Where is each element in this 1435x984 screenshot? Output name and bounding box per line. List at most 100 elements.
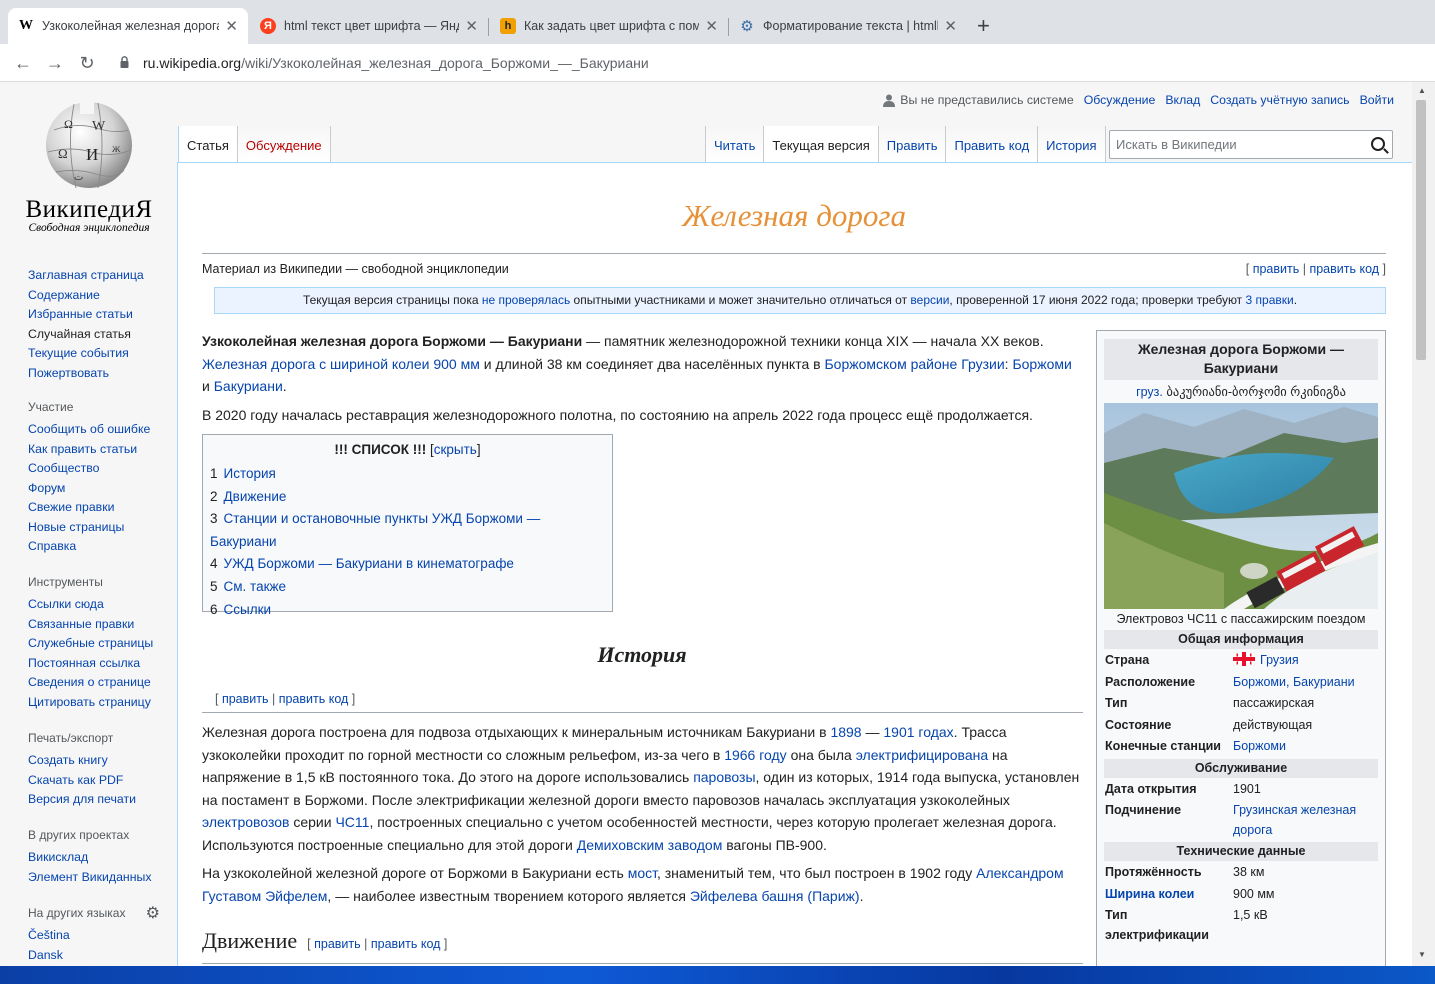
close-tab-icon[interactable]: ✕ xyxy=(225,17,238,35)
notice-link[interactable]: 3 правки xyxy=(1246,293,1294,307)
reload-icon[interactable]: ↻ xyxy=(75,52,99,74)
edit-code-link[interactable]: править код xyxy=(279,692,349,706)
toc-item[interactable]: 4 УЖД Боржоми — Бакуриани в кинематографе xyxy=(210,553,605,576)
sidebar-link-current-events[interactable]: Текущие события xyxy=(28,344,144,364)
lock-icon[interactable] xyxy=(120,56,129,68)
sidebar-link[interactable]: Как править статьи xyxy=(28,440,150,460)
article-link[interactable]: Боржомском районе xyxy=(824,356,957,372)
personal-contrib-link[interactable]: Вклад xyxy=(1165,93,1200,107)
toc-item[interactable]: 3 Станции и остановочные пункты УЖД Боржо… xyxy=(210,508,605,553)
article-link[interactable]: 1966 году xyxy=(724,747,786,763)
sidebar-link[interactable]: Dansk xyxy=(28,946,160,966)
create-account-link[interactable]: Создать учётную запись xyxy=(1210,93,1349,107)
article-link[interactable]: паровозы xyxy=(693,769,755,785)
sidebar-link[interactable]: Создать книгу xyxy=(28,751,136,771)
tab-talk[interactable]: Обсуждение xyxy=(237,126,331,162)
tab-article[interactable]: Статья xyxy=(178,126,238,162)
personal-talk-link[interactable]: Обсуждение xyxy=(1084,93,1156,107)
toc-item[interactable]: 1 История xyxy=(210,463,605,486)
sidebar-link[interactable]: Справка xyxy=(28,537,150,557)
article-link[interactable]: Демиховским заводом xyxy=(577,837,723,853)
sidebar-link[interactable]: Ссылки сюда xyxy=(28,595,153,615)
browser-tab-active[interactable]: W Узкоколейная железная дорога ✕ xyxy=(8,8,248,44)
browser-tab[interactable]: ⚙ Форматирование текста | htmlb ✕ xyxy=(729,8,967,44)
browser-tab[interactable]: Я html текст цвет шрифта — Яндекс ✕ xyxy=(250,8,488,44)
sidebar-link[interactable]: Сообщество xyxy=(28,459,150,479)
infobox-link[interactable]: Ширина колеи xyxy=(1104,885,1233,905)
sidebar-link[interactable]: Сообщить об ошибке xyxy=(28,420,150,440)
search-icon[interactable] xyxy=(1371,137,1385,151)
sidebar-link[interactable]: Форум xyxy=(28,479,150,499)
article-link[interactable]: Боржоми xyxy=(1012,356,1071,372)
browser-tab[interactable]: h Как задать цвет шрифта с помо ✕ xyxy=(490,8,728,44)
edit-link[interactable]: править xyxy=(222,692,269,706)
login-link[interactable]: Войти xyxy=(1360,93,1394,107)
tab-history[interactable]: История xyxy=(1038,126,1106,162)
toc-item[interactable]: 2 Движение xyxy=(210,486,605,509)
article-link[interactable]: (Париж) xyxy=(807,888,859,904)
sidebar-link[interactable]: Версия для печати xyxy=(28,790,136,810)
sidebar-link[interactable]: Скачать как PDF xyxy=(28,771,136,791)
close-tab-icon[interactable]: ✕ xyxy=(465,17,478,35)
lang-link[interactable]: груз. xyxy=(1136,385,1163,399)
article-link[interactable]: электровозов xyxy=(202,814,289,830)
article-link[interactable]: электрифицирована xyxy=(856,747,988,763)
section-heading-movement: Движение[ править | править код ] xyxy=(202,928,1083,964)
sidebar-link[interactable]: Элемент Викиданных xyxy=(28,868,151,888)
close-tab-icon[interactable]: ✕ xyxy=(705,17,718,35)
notice-link[interactable]: не проверялась xyxy=(482,293,570,307)
search-input[interactable]: Искать в Википедии xyxy=(1109,130,1393,159)
sidebar-link-donate[interactable]: Пожертвовать xyxy=(28,364,144,384)
article-link[interactable]: ЧС11 xyxy=(335,814,369,830)
notice-link[interactable]: версии xyxy=(910,293,949,307)
toc-item[interactable]: 6 Ссылки xyxy=(210,599,605,622)
sidebar-link[interactable]: Čeština xyxy=(28,926,160,946)
tab-edit-source[interactable]: Править код xyxy=(946,126,1039,162)
language-settings-gear-icon[interactable]: ⚙ xyxy=(146,903,160,923)
tab-title: html текст цвет шрифта — Яндекс xyxy=(284,19,459,33)
sidebar-link-main[interactable]: Заглавная страница xyxy=(28,266,144,286)
page-scrollbar[interactable]: ▲ ▼ xyxy=(1412,82,1435,966)
sidebar-link[interactable]: Служебные страницы xyxy=(28,634,153,654)
sidebar-link[interactable]: Цитировать страницу xyxy=(28,693,153,713)
toc-item[interactable]: 5 См. также xyxy=(210,576,605,599)
infobox-image[interactable] xyxy=(1104,403,1378,609)
edit-code-link[interactable]: править код xyxy=(371,937,441,951)
sidebar-link[interactable]: Новые страницы xyxy=(28,518,150,538)
tab-edit[interactable]: Править xyxy=(878,126,947,162)
infobox-link[interactable]: Грузия xyxy=(1260,653,1299,667)
article-link[interactable]: Эйфелева башня xyxy=(690,888,804,904)
scroll-down-icon[interactable]: ▼ xyxy=(1418,950,1426,959)
article-link[interactable]: Бакуриани xyxy=(214,378,283,394)
article-link[interactable]: 1901 годах xyxy=(883,724,953,740)
new-tab-plus-icon[interactable]: + xyxy=(977,14,990,38)
edit-code-link[interactable]: править код xyxy=(1309,262,1379,276)
sidebar-link[interactable]: Викисклад xyxy=(28,848,151,868)
sidebar-link[interactable]: Постоянная ссылка xyxy=(28,654,153,674)
edit-link[interactable]: править xyxy=(1253,262,1300,276)
edit-link[interactable]: править xyxy=(314,937,361,951)
sidebar-link-featured[interactable]: Избранные статьи xyxy=(28,305,144,325)
scrollbar-thumb[interactable] xyxy=(1416,100,1426,360)
infobox-link[interactable]: Боржоми, Бакуриани xyxy=(1233,673,1378,693)
article-link[interactable]: Грузии xyxy=(961,356,1004,372)
sidebar-link-random[interactable]: Случайная статья xyxy=(28,325,144,345)
article-link[interactable]: 1898 xyxy=(830,724,861,740)
article-link[interactable]: Железная дорога с шириной колеи 900 мм xyxy=(202,356,480,372)
infobox-link[interactable]: Боржоми xyxy=(1233,737,1378,757)
article-link[interactable]: мост xyxy=(628,865,657,881)
forward-arrow-icon[interactable]: → xyxy=(43,52,67,74)
sidebar-link-contents[interactable]: Содержание xyxy=(28,286,144,306)
sidebar-link[interactable]: Сведения о странице xyxy=(28,673,153,693)
close-tab-icon[interactable]: ✕ xyxy=(944,17,957,35)
infobox-link[interactable]: Грузинская железная дорога xyxy=(1233,801,1378,840)
back-arrow-icon[interactable]: ← xyxy=(11,52,35,74)
wikipedia-globe-logo[interactable]: Ω W Ω И ж ت xyxy=(36,100,142,196)
tab-read[interactable]: Читать xyxy=(705,126,765,162)
sidebar-link[interactable]: Связанные правки xyxy=(28,615,153,635)
scroll-up-icon[interactable]: ▲ xyxy=(1418,86,1426,95)
address-bar[interactable]: ru.wikipedia.org/wiki/Узкоколейная_желез… xyxy=(143,55,649,71)
tab-current-version[interactable]: Текущая версия xyxy=(764,126,879,162)
sidebar-link[interactable]: Свежие правки xyxy=(28,498,150,518)
toc-hide-link[interactable]: скрыть xyxy=(434,442,477,457)
